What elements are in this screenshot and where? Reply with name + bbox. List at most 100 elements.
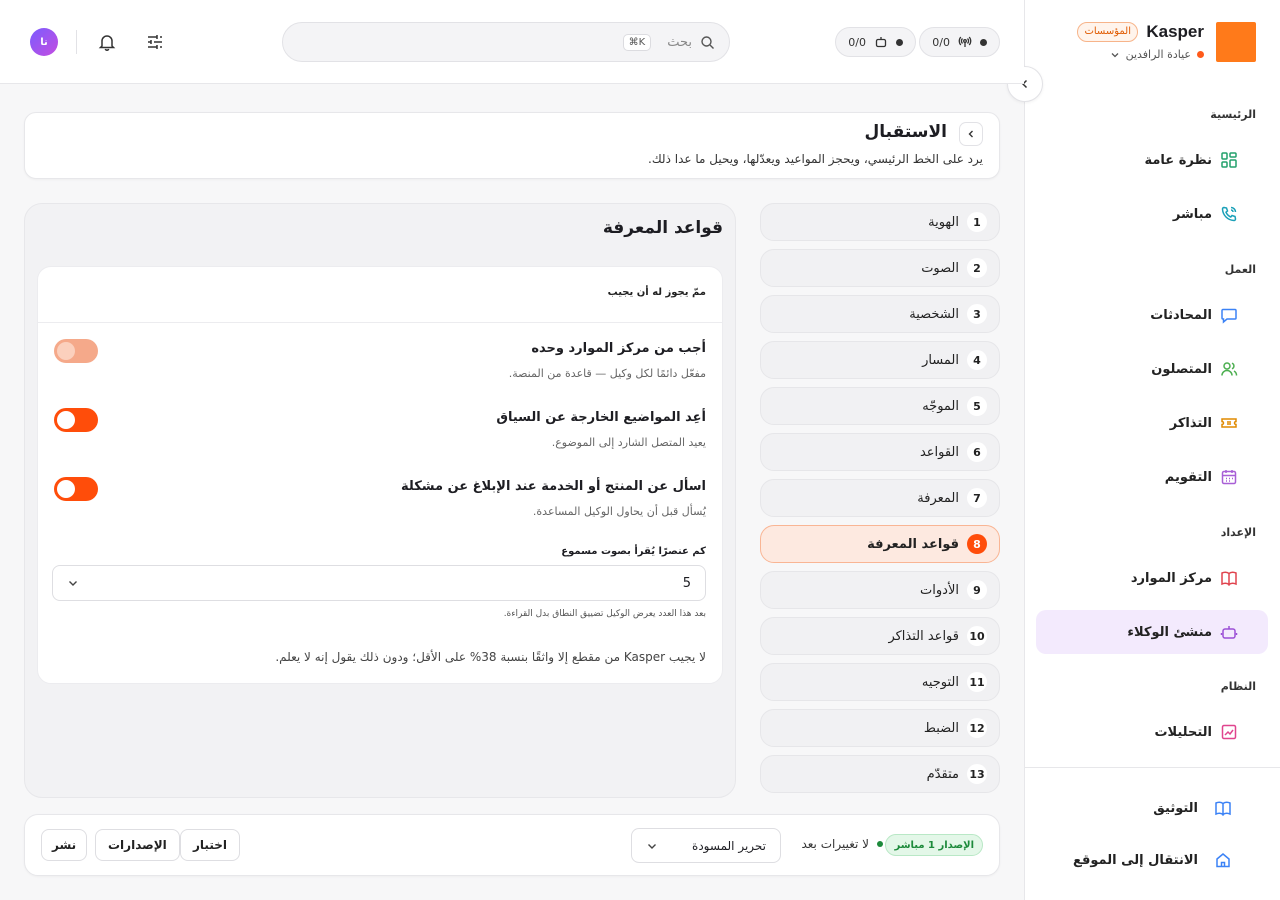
step-flow[interactable]: 4 المسار bbox=[760, 341, 1000, 379]
step-voice[interactable]: 2 الصوت bbox=[760, 249, 1000, 287]
step-label: الهوية bbox=[928, 214, 959, 230]
page-title: الاستقبال bbox=[864, 122, 947, 142]
sidebar-item-overview[interactable]: نظرة عامة bbox=[1036, 138, 1268, 182]
rule-toggle-off-topic[interactable] bbox=[54, 408, 98, 432]
page-description: يرد على الخط الرئيسي، ويحجز المواعيد ويع… bbox=[648, 152, 983, 166]
sidebar-item-label: التوثيق bbox=[1153, 800, 1198, 816]
publish-bar: الإصدار 1 مباشر لا تغييرات بعد تحرير الم… bbox=[24, 814, 1000, 876]
section-label-system: النظام bbox=[1220, 680, 1256, 693]
chevron-left-icon bbox=[966, 129, 976, 139]
publish-button[interactable]: نشر bbox=[41, 829, 88, 861]
back-button[interactable] bbox=[959, 122, 983, 146]
step-personality[interactable]: 3 الشخصية bbox=[760, 295, 1000, 333]
step-number: 5 bbox=[967, 396, 987, 416]
brand: Kasper المؤسسات عيادة الرافدين bbox=[1025, 22, 1256, 62]
sidebar-item-label: مركز الموارد bbox=[1130, 570, 1212, 586]
rule-toggle-ask-product[interactable] bbox=[54, 477, 98, 501]
chevron-down-icon bbox=[67, 577, 79, 589]
step-advanced[interactable]: 13 متقدّم bbox=[760, 755, 1000, 793]
step-prompt[interactable]: 5 الموجّه bbox=[760, 387, 1000, 425]
robot-icon bbox=[874, 35, 888, 49]
org-name: عيادة الرافدين bbox=[1125, 48, 1191, 61]
section-label-setup: الإعداد bbox=[1220, 526, 1256, 539]
step-label: القواعد bbox=[919, 444, 959, 460]
sidebar-item-analytics[interactable]: التحليلات bbox=[1036, 710, 1268, 754]
count-field-label: كم عنصرًا يُقرأ بصوت مسموع bbox=[561, 546, 706, 557]
sidebar-item-live[interactable]: مباشر bbox=[1036, 192, 1268, 236]
section-label-home: الرئيسية bbox=[1210, 108, 1256, 121]
change-status-text: لا تغييرات بعد bbox=[801, 837, 869, 851]
avatar[interactable]: نا bbox=[30, 28, 58, 56]
org-switcher[interactable]: عيادة الرافدين bbox=[1110, 48, 1204, 61]
sidebar-item-label: مباشر bbox=[1172, 206, 1212, 222]
topbar-divider bbox=[76, 30, 77, 54]
step-number: 3 bbox=[967, 304, 987, 324]
test-button[interactable]: اختبار bbox=[180, 829, 240, 861]
step-identity[interactable]: 1 الهوية bbox=[760, 203, 1000, 241]
step-routing[interactable]: 11 التوجيه bbox=[760, 663, 1000, 701]
home-icon bbox=[1214, 851, 1232, 869]
step-number: 6 bbox=[967, 442, 987, 462]
versions-button[interactable]: الإصدارات bbox=[95, 829, 180, 861]
org-status-dot bbox=[1197, 51, 1204, 58]
panel-title: قواعد المعرفة bbox=[602, 218, 723, 238]
sidebar-item-label: التحليلات bbox=[1154, 724, 1212, 740]
book-icon bbox=[1220, 569, 1238, 587]
sidebar-item-go-to-site[interactable]: الانتقال إلى الموقع bbox=[1036, 838, 1268, 882]
sidebar-item-docs[interactable]: التوثيق bbox=[1036, 786, 1268, 830]
rule-title: اسأل عن المنتج أو الخدمة عند الإبلاغ عن … bbox=[401, 479, 706, 494]
brand-name: Kasper bbox=[1146, 22, 1204, 41]
sidebar-item-conversations[interactable]: المحادثات bbox=[1036, 293, 1268, 337]
notifications-button[interactable] bbox=[95, 30, 119, 54]
step-ticket-rules[interactable]: 10 قواعد التذاكر bbox=[760, 617, 1000, 655]
search-shortcut: ⌘K bbox=[622, 33, 652, 51]
step-label: الموجّه bbox=[922, 398, 959, 414]
sidebar-item-callers[interactable]: المتصلون bbox=[1036, 347, 1268, 391]
calendar-icon bbox=[1220, 468, 1238, 486]
active-bots-pill[interactable]: 0/0 bbox=[835, 27, 916, 57]
grid-icon bbox=[1220, 151, 1238, 169]
card-label: ممّ يجوز له أن يجيب bbox=[607, 287, 706, 298]
wizard-steps: 1 الهوية 2 الصوت 3 الشخصية 4 المسار 5 الموجّه… bbox=[760, 203, 1000, 801]
rules-card: ممّ يجوز له أن يجيب أجب من مركز الموارد … bbox=[37, 266, 723, 684]
step-number: 8 bbox=[967, 534, 987, 554]
rule-description: مفعّل دائمًا لكل وكيل — قاعدة من المنصة. bbox=[508, 367, 706, 380]
step-rules[interactable]: 6 القواعد bbox=[760, 433, 1000, 471]
step-knowledge[interactable]: 7 المعرفة bbox=[760, 479, 1000, 517]
step-label: قواعد التذاكر bbox=[888, 628, 959, 644]
draft-select-value: تحرير المسودة bbox=[692, 838, 766, 853]
section-label-work: العمل bbox=[1224, 263, 1256, 276]
step-tuning[interactable]: 12 الضبط bbox=[760, 709, 1000, 747]
draft-select[interactable]: تحرير المسودة bbox=[631, 828, 781, 863]
step-knowledge-rules[interactable]: 8 قواعد المعرفة bbox=[760, 525, 1000, 563]
filters-button[interactable] bbox=[143, 30, 167, 54]
sidebar-item-label: المتصلون bbox=[1151, 361, 1212, 377]
step-number: 1 bbox=[967, 212, 987, 232]
broadcast-icon bbox=[958, 35, 972, 49]
sidebar-item-label: نظرة عامة bbox=[1144, 152, 1212, 168]
step-label: متقدّم bbox=[926, 766, 959, 782]
docs-book-icon bbox=[1214, 799, 1232, 817]
rule-title: أعِد المواضيع الخارجة عن السياق bbox=[496, 410, 706, 425]
sidebar-divider bbox=[1024, 767, 1280, 768]
sidebar-item-calendar[interactable]: التقويم bbox=[1036, 455, 1268, 499]
rule-description: يعيد المتصل الشارد إلى الموضوع. bbox=[551, 436, 706, 449]
step-tools[interactable]: 9 الأدوات bbox=[760, 571, 1000, 609]
plan-badge: المؤسسات bbox=[1077, 22, 1138, 42]
count-field-hint: بعد هذا العدد يعرض الوكيل تضييق النطاق ب… bbox=[503, 609, 706, 619]
sidebar-item-label: منشئ الوكلاء bbox=[1127, 624, 1212, 640]
sidebar-item-tickets[interactable]: التذاكر bbox=[1036, 401, 1268, 445]
chevron-down-icon bbox=[1110, 50, 1120, 60]
live-calls-pill[interactable]: 0/0 bbox=[919, 27, 1000, 57]
rule-description: يُسأل قبل أن يحاول الوكيل المساعدة. bbox=[532, 505, 706, 518]
step-number: 11 bbox=[967, 672, 987, 692]
chat-icon bbox=[1220, 306, 1238, 324]
step-label: قواعد المعرفة bbox=[867, 536, 959, 552]
count-select[interactable]: 5 bbox=[52, 565, 706, 601]
sidebar-item-agent-builder[interactable]: منشئ الوكلاء bbox=[1036, 610, 1268, 654]
live-calls-count: 0/0 bbox=[932, 35, 950, 49]
step-label: المعرفة bbox=[917, 490, 959, 506]
sidebar-item-resources[interactable]: مركز الموارد bbox=[1036, 556, 1268, 600]
search-input[interactable]: بحث ⌘K bbox=[282, 22, 730, 62]
confidence-footnote: لا يجيب Kasper من مقطع إلا واثقًا بنسبة … bbox=[275, 650, 706, 664]
